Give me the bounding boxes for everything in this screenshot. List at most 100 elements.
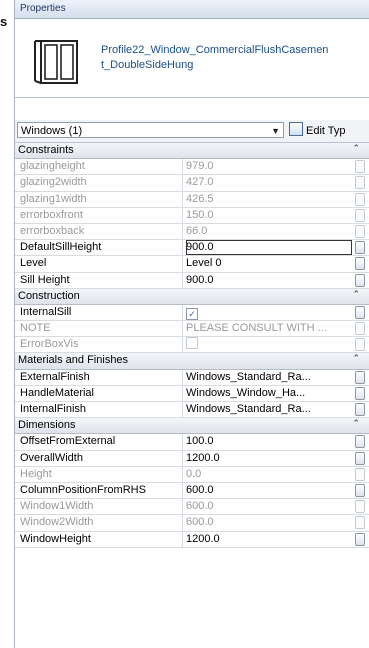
property-row: Height 0.0 xyxy=(15,466,369,483)
property-name: errorboxback xyxy=(15,223,183,240)
property-row[interactable]: Level Level 0 xyxy=(15,256,369,273)
property-name: Window1Width xyxy=(15,499,183,515)
property-row: errorboxback 66.0 xyxy=(15,223,369,241)
property-name: glazing1width xyxy=(15,191,183,207)
associate-parameter-button[interactable] xyxy=(355,241,365,255)
property-checkbox[interactable]: ✓ xyxy=(186,305,352,320)
associate-parameter-button xyxy=(355,176,365,190)
property-row[interactable]: InternalSill ✓ xyxy=(15,304,369,322)
associate-parameter-button[interactable] xyxy=(355,483,365,497)
associate-parameter-button xyxy=(355,160,365,174)
property-row[interactable]: DefaultSillHeight 900.0 xyxy=(15,240,369,257)
chevron-up-icon[interactable]: ⌃ xyxy=(352,289,360,300)
associate-parameter-button xyxy=(355,224,365,238)
group-header[interactable]: Dimensions ⌃ xyxy=(15,418,369,435)
associate-parameter-button xyxy=(355,208,365,222)
edit-type-icon xyxy=(289,122,303,136)
property-name: WindowHeight xyxy=(15,531,183,547)
group-label: Constraints xyxy=(18,144,74,156)
property-value[interactable]: 900.0 xyxy=(186,273,352,288)
associate-parameter-button[interactable] xyxy=(355,403,365,416)
associate-parameter-button[interactable] xyxy=(355,532,365,546)
property-value[interactable]: 900.0 xyxy=(186,240,352,256)
property-name: DefaultSillHeight xyxy=(15,240,183,256)
property-value[interactable]: 100.0 xyxy=(186,434,352,449)
chevron-down-icon: ▼ xyxy=(271,126,280,136)
group-header[interactable]: Construction ⌃ xyxy=(15,288,369,305)
property-row: errorboxfront 150.0 xyxy=(15,207,369,224)
group-header[interactable]: Materials and Finishes ⌃ xyxy=(15,353,369,370)
property-row: NOTE PLEASE CONSULT WITH ... xyxy=(15,321,369,338)
associate-parameter-button xyxy=(355,516,365,530)
property-name: InternalSill xyxy=(15,304,183,321)
group-label: Construction xyxy=(18,289,80,302)
property-row[interactable]: WindowHeight 1200.0 xyxy=(15,531,369,548)
group-header[interactable]: Constraints ⌃ xyxy=(15,143,369,160)
associate-parameter-button xyxy=(355,192,365,206)
checkmark-icon[interactable]: ✓ xyxy=(186,307,198,320)
edit-type-label: Edit Typ xyxy=(306,125,346,137)
associate-parameter-button[interactable] xyxy=(355,273,365,287)
property-value[interactable]: 1200.0 xyxy=(186,532,352,547)
property-value[interactable]: Windows_Window_Ha... xyxy=(186,386,352,401)
property-value: 427.0 xyxy=(186,176,214,189)
property-value: 426.5 xyxy=(186,192,214,205)
chevron-up-icon[interactable]: ⌃ xyxy=(352,418,360,429)
associate-parameter-button[interactable] xyxy=(355,370,365,384)
family-type-name-line2: t_DoubleSideHung xyxy=(101,59,194,71)
property-name: Sill Height xyxy=(15,272,183,288)
property-value[interactable]: 1200.0 xyxy=(186,451,352,466)
property-value[interactable]: 600.0 xyxy=(186,483,352,498)
associate-parameter-button xyxy=(355,500,365,514)
associate-parameter-button[interactable] xyxy=(355,386,365,400)
property-name: OffsetFromExternal xyxy=(15,434,183,450)
property-name: HandleMaterial xyxy=(15,385,183,401)
property-row[interactable]: ColumnPositionFromRHS 600.0 xyxy=(15,482,369,500)
associate-parameter-button[interactable] xyxy=(355,451,365,465)
property-value: 600.0 xyxy=(186,500,214,513)
property-name: errorboxfront xyxy=(15,207,183,223)
property-value: 979.0 xyxy=(186,160,214,173)
associate-parameter-button[interactable] xyxy=(355,257,365,271)
property-row[interactable]: OffsetFromExternal 100.0 xyxy=(15,434,369,451)
window-family-thumbnail-icon xyxy=(21,33,91,87)
property-value[interactable]: Windows_Standard_Ra... xyxy=(186,402,352,417)
property-row: Window2Width 600.0 xyxy=(15,515,369,532)
property-row[interactable]: ExternalFinish Windows_Standard_Ra... xyxy=(15,369,369,386)
property-row[interactable]: HandleMaterial Windows_Window_Ha... xyxy=(15,385,369,402)
associate-parameter-button[interactable] xyxy=(355,305,365,319)
property-value: 0.0 xyxy=(186,467,202,480)
properties-grid: Constraints ⌃ glazingheight 979.0 glazing2wi… xyxy=(15,143,369,548)
group-label: Dimensions xyxy=(18,419,76,432)
edge-fragment-text: s xyxy=(0,14,8,29)
property-value: 150.0 xyxy=(186,208,214,221)
checkbox-empty-icon xyxy=(186,337,198,350)
property-value[interactable]: Windows_Standard_Ra... xyxy=(186,370,352,385)
property-row[interactable]: Sill Height 900.0 xyxy=(15,272,369,289)
properties-palette: Properties Profile22_Window_CommercialFl… xyxy=(14,0,369,648)
property-value[interactable]: Level 0 xyxy=(186,256,352,271)
property-row: glazing2width 427.0 xyxy=(15,175,369,192)
group-label: Materials and Finishes xyxy=(18,354,129,367)
family-type-name: Profile22_Window_CommercialFlushCasemen … xyxy=(101,43,369,73)
associate-parameter-button[interactable] xyxy=(355,435,365,449)
property-name: glazing2width xyxy=(15,175,183,191)
property-value: 600.0 xyxy=(186,516,214,529)
instance-filter-dropdown[interactable]: Windows (1) ▼ xyxy=(17,122,284,138)
property-name: Window2Width xyxy=(15,515,183,531)
property-row[interactable]: InternalFinish Windows_Standard_Ra... xyxy=(15,402,369,419)
family-type-name-line1: Profile22_Window_CommercialFlushCasemen xyxy=(101,44,329,56)
property-row: glazing1width 426.5 xyxy=(15,191,369,208)
property-row: Window1Width 600.0 xyxy=(15,499,369,516)
property-name: NOTE xyxy=(15,321,183,337)
property-row: ErrorBoxVis xyxy=(15,337,369,354)
property-value: PLEASE CONSULT WITH ... xyxy=(186,322,327,335)
instance-filter-row: Windows (1) ▼ Edit Typ xyxy=(15,120,369,143)
property-name: Level xyxy=(15,256,183,272)
chevron-up-icon[interactable]: ⌃ xyxy=(352,143,360,154)
type-selector-header[interactable]: Profile22_Window_CommercialFlushCasemen … xyxy=(15,19,369,98)
property-row[interactable]: OverallWidth 1200.0 xyxy=(15,450,369,467)
chevron-up-icon[interactable]: ⌃ xyxy=(352,353,360,364)
instance-filter-value: Windows (1) xyxy=(21,125,83,137)
edit-type-button[interactable]: Edit Typ xyxy=(289,122,346,138)
